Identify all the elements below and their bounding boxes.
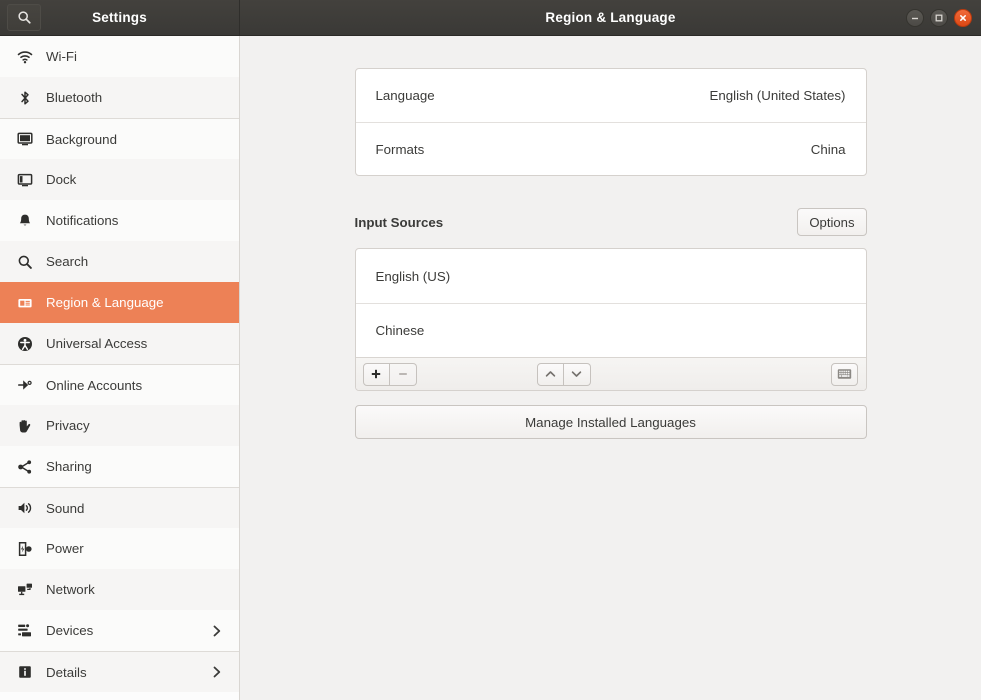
dock-icon xyxy=(16,171,33,188)
sidebar-item-label: Sound xyxy=(46,500,85,516)
sidebar-item-label: Wi-Fi xyxy=(46,49,78,64)
reorder-buttons xyxy=(536,362,591,386)
minimize-icon xyxy=(910,13,920,23)
chevron-right-icon xyxy=(211,665,223,679)
privacy-icon xyxy=(16,417,33,434)
background-icon xyxy=(16,131,33,148)
sidebar-item-label: Details xyxy=(46,664,87,680)
window-controls xyxy=(906,8,981,27)
sidebar-item-sharing[interactable]: Sharing xyxy=(0,446,239,487)
minimize-button[interactable] xyxy=(906,8,924,27)
window-body: Wi-Fi Bluetooth Background Dock Notifica… xyxy=(0,36,981,700)
sidebar-item-label: Bluetooth xyxy=(46,90,103,105)
sharing-icon xyxy=(16,458,33,475)
search-icon xyxy=(16,253,33,270)
sidebar-item-universal-access[interactable]: Universal Access xyxy=(0,323,239,364)
power-icon xyxy=(16,540,33,557)
notifications-icon xyxy=(16,212,33,229)
chevron-right-icon xyxy=(211,624,223,638)
titlebar: Settings Region & Language xyxy=(0,0,981,36)
content-area: Language English (United States) Formats… xyxy=(240,36,981,700)
sidebar-item-background[interactable]: Background xyxy=(0,118,239,159)
input-sources-title: Input Sources xyxy=(354,214,444,230)
input-sources-header: Input Sources Options xyxy=(355,208,867,236)
sidebar-item-label: Network xyxy=(46,582,95,597)
details-icon xyxy=(16,664,33,681)
sidebar-item-notifications[interactable]: Notifications xyxy=(0,200,239,241)
close-button[interactable] xyxy=(954,8,972,27)
sidebar-item-label: Notifications xyxy=(46,213,119,228)
sidebar-item-bluetooth[interactable]: Bluetooth xyxy=(0,77,239,118)
input-source-label: Chinese xyxy=(375,323,425,338)
language-row-value: English (United States) xyxy=(709,88,846,103)
manage-installed-languages-label: Manage Installed Languages xyxy=(525,414,696,430)
options-button-label: Options xyxy=(809,214,855,230)
sidebar-item-label: Sharing xyxy=(46,459,92,474)
titlebar-sidebar-section: Settings xyxy=(0,0,240,35)
sidebar-item-label: Devices xyxy=(46,623,94,638)
sidebar-item-devices[interactable]: Devices xyxy=(0,610,239,651)
wifi-icon xyxy=(16,48,33,65)
language-formats-card: Language English (United States) Formats… xyxy=(354,68,867,176)
sidebar-item-label: Dock xyxy=(46,172,77,187)
formats-row-label: Formats xyxy=(375,141,425,157)
sidebar-item-label: Region & Language xyxy=(46,295,164,310)
sidebar-item-dock[interactable]: Dock xyxy=(0,159,239,200)
keyboard-icon xyxy=(837,368,852,380)
universal-access-icon xyxy=(16,335,33,352)
sound-icon xyxy=(16,500,33,517)
move-up-button[interactable] xyxy=(536,362,564,386)
devices-icon xyxy=(16,622,33,639)
formats-row[interactable]: Formats China xyxy=(355,122,866,175)
show-keyboard-layout-button[interactable] xyxy=(831,362,859,386)
sidebar: Wi-Fi Bluetooth Background Dock Notifica… xyxy=(0,36,240,700)
sidebar-item-label: Privacy xyxy=(46,418,90,433)
window-title: Region & Language xyxy=(545,10,676,25)
input-source-item[interactable]: Chinese xyxy=(355,303,866,357)
formats-row-value: China xyxy=(810,141,846,157)
online-accounts-icon xyxy=(16,377,33,394)
move-down-button[interactable] xyxy=(563,362,591,386)
options-button[interactable]: Options xyxy=(797,208,867,236)
sidebar-item-label: Background xyxy=(46,131,117,147)
input-source-label: English (US) xyxy=(375,268,451,284)
sidebar-item-sound[interactable]: Sound xyxy=(0,487,239,528)
sidebar-item-online-accounts[interactable]: Online Accounts xyxy=(0,364,239,405)
language-row[interactable]: Language English (United States) xyxy=(356,69,866,122)
chevron-up-icon xyxy=(544,368,557,380)
input-source-item[interactable]: English (US) xyxy=(356,249,866,303)
input-sources-card: English (US) Chinese xyxy=(354,248,867,391)
plus-icon xyxy=(370,368,382,380)
language-row-label: Language xyxy=(375,88,435,103)
input-sources-toolbar xyxy=(355,357,866,390)
manage-installed-languages-button[interactable]: Manage Installed Languages xyxy=(354,405,867,439)
sidebar-item-wifi[interactable]: Wi-Fi xyxy=(0,36,239,77)
add-input-source-button[interactable] xyxy=(362,362,390,386)
search-button[interactable] xyxy=(7,4,41,31)
maximize-button[interactable] xyxy=(930,8,948,27)
titlebar-main-section: Region & Language xyxy=(240,0,981,35)
remove-input-source-button[interactable] xyxy=(389,362,417,386)
sidebar-item-power[interactable]: Power xyxy=(0,528,239,569)
sidebar-item-label: Online Accounts xyxy=(46,377,143,393)
sidebar-item-label: Search xyxy=(46,254,89,269)
sidebar-item-privacy[interactable]: Privacy xyxy=(0,405,239,446)
sidebar-item-details[interactable]: Details xyxy=(0,651,239,692)
search-icon xyxy=(17,10,32,25)
close-icon xyxy=(958,13,968,23)
minus-icon xyxy=(397,368,409,380)
chevron-down-icon xyxy=(570,368,583,380)
sidebar-item-label: Universal Access xyxy=(46,336,148,351)
sidebar-item-region-language[interactable]: Region & Language xyxy=(0,282,239,323)
bluetooth-icon xyxy=(16,89,33,106)
settings-window: Settings Region & Language Wi-Fi Bluetoo… xyxy=(0,0,981,700)
sidebar-item-search[interactable]: Search xyxy=(0,241,239,282)
network-icon xyxy=(16,581,33,598)
region-language-icon xyxy=(16,294,33,311)
region-language-panel: Language English (United States) Formats… xyxy=(354,36,867,439)
preview-layout-wrapper xyxy=(831,362,859,386)
sidebar-item-network[interactable]: Network xyxy=(0,569,239,610)
sidebar-item-label: Power xyxy=(46,541,84,556)
maximize-icon xyxy=(934,13,944,23)
